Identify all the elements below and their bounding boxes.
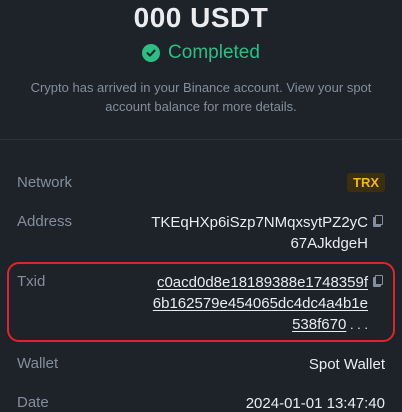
date-value: 2024-01-01 13:47:40 bbox=[245, 395, 385, 412]
txid-line3[interactable]: 538f670 bbox=[292, 316, 346, 333]
network-label: Network bbox=[17, 174, 73, 191]
address-line1: TKEqHXp6iSzp7NMqxsytPZ2yC bbox=[151, 214, 368, 231]
wallet-value: Spot Wallet bbox=[308, 356, 385, 373]
arrival-note-line2: account balance for more details. bbox=[105, 99, 297, 114]
copy-icon[interactable] bbox=[373, 275, 383, 287]
status-row: Completed bbox=[0, 42, 402, 64]
summary-header: 000 USDT Completed Crypto has arrived in… bbox=[0, 0, 402, 140]
date-row: Date 2024-01-01 13:47:40 bbox=[0, 393, 402, 412]
network-badge: TRX bbox=[347, 173, 385, 192]
address-value: TKEqHXp6iSzp7NMqxsytPZ2yC 67AJkdgeH bbox=[108, 212, 368, 254]
txid-line3-wrap[interactable]: 538f670 . . . bbox=[108, 314, 368, 335]
divider bbox=[0, 139, 402, 140]
address-row: Address TKEqHXp6iSzp7NMqxsytPZ2yC 67AJkd… bbox=[0, 212, 402, 256]
date-label: Date bbox=[17, 394, 49, 411]
txid-value[interactable]: c0acd0d8e18189388e1748359f 6b162579e4540… bbox=[108, 272, 368, 335]
status-text: Completed bbox=[168, 42, 260, 63]
wallet-row: Wallet Spot Wallet bbox=[0, 354, 402, 376]
network-row: Network TRX bbox=[0, 173, 402, 195]
txid-label: Txid bbox=[17, 273, 46, 290]
amount-title: 000 USDT bbox=[133, 2, 269, 33]
copy-icon[interactable] bbox=[373, 215, 383, 227]
wallet-label: Wallet bbox=[17, 355, 59, 372]
arrival-note: Crypto has arrived in your Binance accou… bbox=[18, 78, 384, 116]
txid-line3-tail: . . . bbox=[346, 317, 368, 332]
txid-row[interactable]: Txid c0acd0d8e18189388e1748359f 6b162579… bbox=[0, 272, 402, 338]
check-circle-icon bbox=[142, 44, 161, 62]
txid-line1[interactable]: c0acd0d8e18189388e1748359f bbox=[108, 272, 368, 293]
arrival-note-line1: Crypto has arrived in your Binance accou… bbox=[30, 80, 372, 95]
txid-line2[interactable]: 6b162579e454065dc4dc4a4b1e bbox=[108, 293, 368, 314]
address-label: Address bbox=[17, 213, 73, 230]
address-line2: 67AJkdgeH bbox=[290, 235, 368, 252]
